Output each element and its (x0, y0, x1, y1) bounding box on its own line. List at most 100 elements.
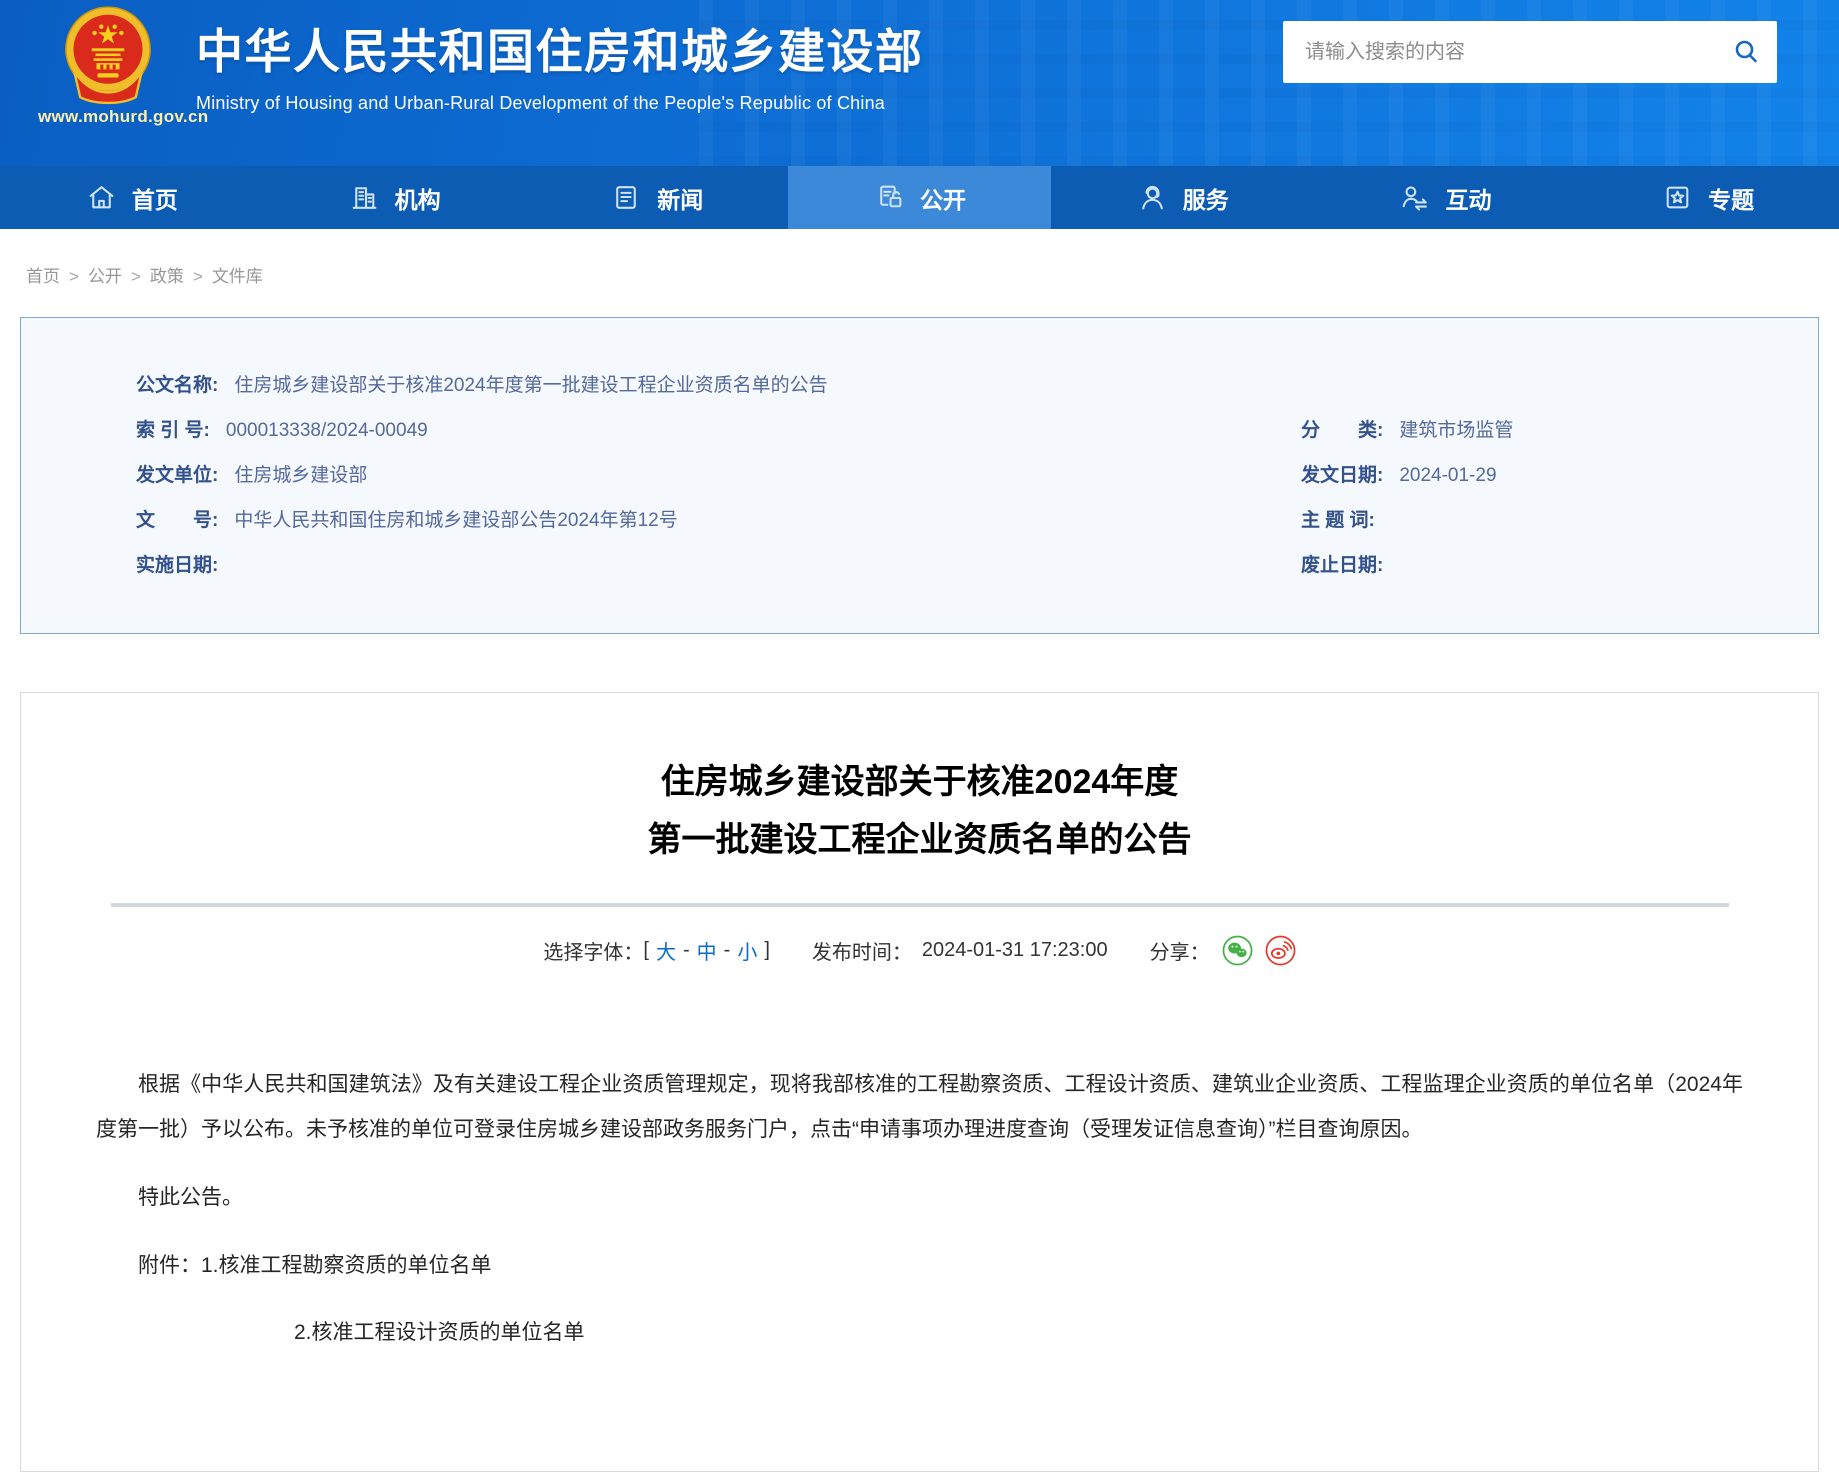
search-icon (1732, 37, 1760, 68)
meta-value: 住房城乡建设部关于核准2024年度第一批建设工程企业资质名单的公告 (234, 375, 827, 396)
font-size-selector: 选择字体： [ 大 - 中 - 小 ] (543, 936, 769, 965)
service-headset-icon (1136, 181, 1169, 214)
nav-item-service[interactable]: 服务 (1051, 166, 1314, 229)
breadcrumb-library[interactable]: 文件库 (212, 267, 263, 286)
meta-field-doc-title: 公文名称: 住房城乡建设部关于核准2024年度第一批建设工程企业资质名单的公告 (21, 363, 1301, 408)
font-size-medium-link[interactable]: 中 (697, 936, 717, 965)
publish-time-value: 2024-01-31 17:23:00 (922, 939, 1108, 962)
article-panel: 住房城乡建设部关于核准2024年度 第一批建设工程企业资质名单的公告 选择字体：… (20, 692, 1819, 1472)
nav-item-label: 公开 (920, 181, 966, 215)
site-url: www.mohurd.gov.cn (38, 107, 208, 127)
nav-item-org[interactable]: 机构 (263, 166, 526, 229)
share-wechat-button[interactable] (1222, 935, 1253, 966)
dash: - (724, 939, 731, 962)
meta-field-issue-date: 发文日期: 2024-01-29 (1301, 453, 1818, 498)
title-divider (111, 903, 1729, 907)
article-meta-bar: 选择字体： [ 大 - 中 - 小 ] 发布时间： 2024-01-31 17:… (21, 935, 1818, 966)
nav-item-label: 互动 (1445, 181, 1491, 215)
nav-item-label: 机构 (395, 181, 441, 215)
breadcrumb-home[interactable]: 首页 (26, 267, 60, 286)
meta-label: 主 题 词: (1301, 510, 1375, 531)
meta-row: 实施日期: 废止日期: (21, 543, 1818, 588)
article-title-line2: 第一批建设工程企业资质名单的公告 (21, 811, 1818, 869)
meta-value: 住房城乡建设部 (234, 465, 367, 486)
bracket-open: [ (643, 939, 649, 962)
meta-row: 索 引 号: 000013338/2024-00049 分 类: 建筑市场监管 (21, 408, 1818, 453)
meta-field-effective-date: 实施日期: (21, 543, 1301, 588)
meta-field-doc-number: 文 号: 中华人民共和国住房和城乡建设部公告2024年第12号 (21, 498, 1301, 543)
meta-label: 实施日期: (136, 555, 218, 576)
attachment-line-2: 2.核准工程设计资质的单位名单 (96, 1310, 1743, 1355)
nav-item-label: 首页 (132, 181, 178, 215)
bracket-close: ] (764, 939, 770, 962)
news-icon (610, 181, 643, 214)
home-icon (85, 181, 118, 214)
breadcrumb-separator: > (193, 267, 203, 286)
breadcrumb: 首页 > 公开 > 政策 > 文件库 (0, 229, 1839, 287)
meta-field-subject-words: 主 题 词: (1301, 498, 1818, 543)
nav-item-news[interactable]: 新闻 (525, 166, 788, 229)
meta-field-index-number: 索 引 号: 000013338/2024-00049 (21, 408, 1301, 453)
breadcrumb-separator: > (131, 267, 141, 286)
meta-label: 分 类: (1301, 420, 1383, 441)
meta-label: 索 引 号: (136, 420, 210, 441)
share-weibo-button[interactable] (1265, 935, 1296, 966)
meta-value: 000013338/2024-00049 (226, 420, 428, 441)
meta-label: 公文名称: (136, 375, 218, 396)
meta-value: 中华人民共和国住房和城乡建设部公告2024年第12号 (234, 510, 677, 531)
nav-item-open[interactable]: 公开 (788, 166, 1051, 229)
article-body: 根据《中华人民共和国建筑法》及有关建设工程企业资质管理规定，现将我部核准的工程勘… (21, 1062, 1818, 1355)
national-emblem-icon (62, 5, 154, 105)
article-closing: 特此公告。 (96, 1175, 1743, 1220)
meta-row: 发文单位: 住房城乡建设部 发文日期: 2024-01-29 (21, 453, 1818, 498)
search-button[interactable] (1715, 21, 1777, 83)
meta-value: 2024-01-29 (1399, 465, 1496, 486)
site-title: 中华人民共和国住房和城乡建设部 (196, 13, 924, 82)
share-label: 分享： (1150, 936, 1210, 965)
meta-field-category: 分 类: 建筑市场监管 (1301, 408, 1818, 453)
attachment-label: 附件： (138, 1254, 201, 1277)
search-input[interactable] (1283, 21, 1715, 83)
attachment-link-1[interactable]: 1.核准工程勘察资质的单位名单 (201, 1254, 492, 1277)
meta-value: 建筑市场监管 (1399, 420, 1513, 441)
site-header: www.mohurd.gov.cn 中华人民共和国住房和城乡建设部 Minist… (0, 0, 1839, 166)
wechat-icon (1222, 935, 1253, 966)
doc-meta-panel: 公文名称: 住房城乡建设部关于核准2024年度第一批建设工程企业资质名单的公告 索… (20, 317, 1819, 634)
publish-time-label: 发布时间： (812, 936, 912, 965)
meta-label: 发文日期: (1301, 465, 1383, 486)
building-icon (348, 181, 381, 214)
meta-row: 文 号: 中华人民共和国住房和城乡建设部公告2024年第12号 主 题 词: (21, 498, 1818, 543)
article-title-line1: 住房城乡建设部关于核准2024年度 (21, 753, 1818, 811)
meta-field-repeal-date: 废止日期: (1301, 543, 1818, 588)
document-unlock-icon (873, 181, 906, 214)
main-nav: 首页 机构 新闻 公开 服务 互动 专题 (0, 166, 1839, 229)
dash: - (683, 939, 690, 962)
article-paragraph: 根据《中华人民共和国建筑法》及有关建设工程企业资质管理规定，现将我部核准的工程勘… (96, 1062, 1743, 1152)
meta-field-issuing-unit: 发文单位: 住房城乡建设部 (21, 453, 1301, 498)
search-box (1283, 21, 1777, 83)
font-size-small-link[interactable]: 小 (737, 936, 757, 965)
font-select-label: 选择字体： (543, 936, 643, 965)
meta-label: 废止日期: (1301, 555, 1383, 576)
breadcrumb-policy[interactable]: 政策 (150, 267, 184, 286)
meta-label: 文 号: (136, 510, 218, 531)
interaction-arrows-icon (1398, 181, 1431, 214)
site-subtitle: Ministry of Housing and Urban-Rural Deve… (196, 93, 924, 114)
nav-item-interaction[interactable]: 互动 (1314, 166, 1577, 229)
nav-item-label: 专题 (1708, 181, 1754, 215)
publish-time-group: 发布时间： 2024-01-31 17:23:00 (812, 936, 1108, 965)
star-square-icon (1661, 181, 1694, 214)
nav-item-label: 新闻 (657, 181, 703, 215)
font-size-large-link[interactable]: 大 (656, 936, 676, 965)
meta-row: 公文名称: 住房城乡建设部关于核准2024年度第一批建设工程企业资质名单的公告 (21, 363, 1818, 408)
meta-label: 发文单位: (136, 465, 218, 486)
attachment-link-2[interactable]: 2.核准工程设计资质的单位名单 (294, 1321, 585, 1344)
share-group: 分享： (1150, 935, 1296, 966)
attachment-line-1: 附件：1.核准工程勘察资质的单位名单 (96, 1243, 1743, 1288)
nav-item-topics[interactable]: 专题 (1576, 166, 1839, 229)
weibo-icon (1265, 935, 1296, 966)
nav-item-home[interactable]: 首页 (0, 166, 263, 229)
nav-item-label: 服务 (1183, 181, 1229, 215)
breadcrumb-separator: > (69, 267, 79, 286)
breadcrumb-open[interactable]: 公开 (88, 267, 122, 286)
